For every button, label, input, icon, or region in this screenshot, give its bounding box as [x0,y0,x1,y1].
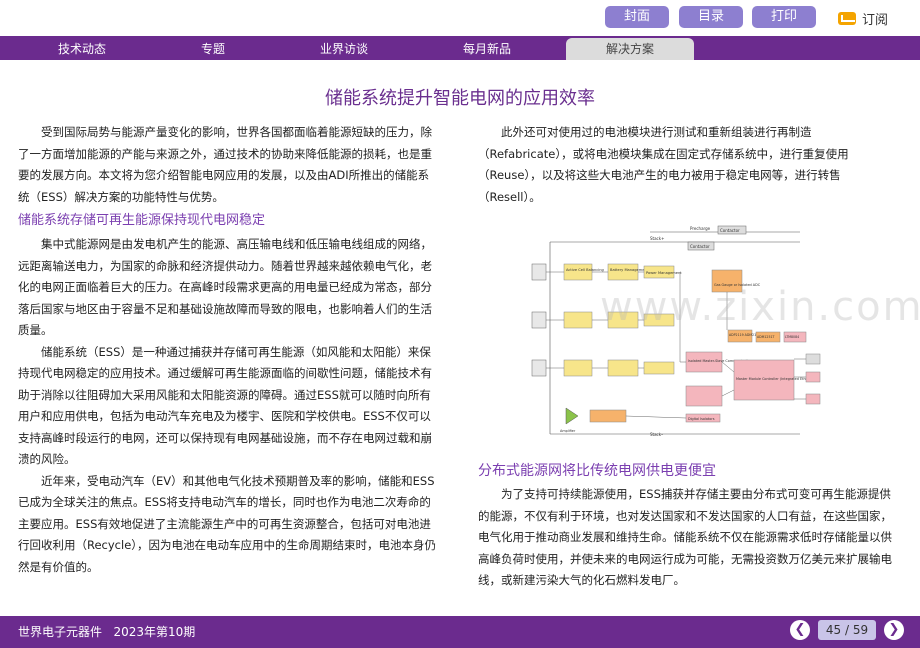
prev-page-button[interactable]: ❮ [790,620,810,640]
section2-heading: 分布式能源网将比传统电网供电更便宜 [478,463,716,479]
diagnostics-box [805,353,821,365]
adm-label: ADM1251T [757,335,774,339]
power-management-3 [643,361,675,375]
toc-button[interactable]: 目录 [679,6,743,28]
ltm-label: LTM8084 [785,335,799,339]
section1-paragraph-1: 集中式能源网是由发电机产生的能源、高压输电线和低压输电线组成的网络，远距离输送电… [18,237,432,337]
gas-gauge-bottom [589,409,627,423]
footer-bar: 世界电子元器件 2023年第10期 ❮ 45 / 59 ❯ [0,616,920,648]
magazine-name: 世界电子元器件 [18,625,103,639]
power-mgmt-label-1: Power Management [646,271,682,275]
isolated-uart-box [805,371,821,383]
precharge-label: Precharge [690,226,711,231]
amplifier-label: Amplifier [560,429,576,433]
cover-button[interactable]: 封面 [605,6,669,28]
section1-heading: 储能系统存储可再生能源保持现代电网稳定 [18,213,266,228]
intro-paragraph: 受到国际局势与能源产量变化的影响，世界各国都面临着能源短缺的压力，除了一方面增加… [18,125,432,204]
pager: ❮ 45 / 59 ❯ [790,620,904,640]
tab-interviews[interactable]: 业界访谈 [288,38,400,60]
tab-tech-news[interactable]: 技术动态 [26,38,138,60]
section-nav: 技术动态 专题 业界访谈 每月新品 解决方案 [0,36,920,60]
subscribe-button[interactable]: 订阅 [838,8,888,28]
article-title: 储能系统提升智能电网的应用效率 [325,88,595,109]
tab-new-products[interactable]: 每月新品 [431,38,543,60]
section1-paragraph-2: 储能系统（ESS）是一种通过捕获并存储可再生能源（如风能和太阳能）来保持现代电网… [18,344,432,467]
battery-cells-3 [531,359,547,377]
page-indicator: 45 / 59 [818,620,876,640]
active-cell-balancing-1 [563,263,593,281]
footer-publication: 世界电子元器件 2023年第10期 [18,623,195,640]
contactor-label-1: Contactor [720,228,740,233]
subscribe-label: 订阅 [862,12,889,28]
stack-plus-label: Stack+ [650,236,664,241]
tab-solutions[interactable]: 解决方案 [566,38,694,60]
issue-label: 2023年第10期 [113,625,196,639]
ess-block-diagram: Precharge Contactor Contactor Stack+ Sta… [530,222,822,440]
right-paragraph-1: 此外还可对使用过的电池模块进行测试和重新组装进行再制造（Refabricate）… [478,125,849,204]
mail-icon [838,11,856,25]
tab-special-topic[interactable]: 专题 [157,38,269,60]
active-cell-balancing-3 [563,359,593,377]
battery-management-3 [607,359,639,377]
top-toolbar: 封面 目录 打印 订阅 [0,0,920,36]
battery-cells-2 [531,311,547,329]
battery-management-1 [607,263,639,281]
contactor-label-2: Contactor [690,244,710,249]
section1-paragraph-3: 近年来，受电动汽车（EV）和其他电气化技术预期普及率的影响，储能和ESS已成为全… [18,473,437,574]
print-button[interactable]: 打印 [752,6,816,28]
stack-minus-label: Stack– [650,432,663,437]
section2-paragraph-1: 为了支持可持续能源使用，ESS捕获并存储主要由分布式可变可再生能源提供的能源，不… [478,487,892,587]
isolated-can-box [805,393,821,405]
active-cell-balancing-2 [563,311,593,329]
left-column: 受到国际局势与能源产量变化的影响，世界各国都面临着能源短缺的压力，除了一方面增加… [18,122,440,578]
right-column-bottom: 分布式能源网将比传统电网供电更便宜 为了支持可持续能源使用，ESS捕获并存储主要… [478,458,896,592]
master-label: Master Module Controller (Integrated Eth… [736,377,817,381]
digital-iso-label: Digital Isolators [688,417,715,421]
watermark: www.zixin.com.cn [600,284,920,330]
battery-cells-1 [531,263,547,281]
right-column-top: 此外还可对使用过的电池模块进行测试和重新组装进行再制造（Refabricate）… [478,122,896,208]
active-cell-label-1: Active Cell Balancing [566,268,604,272]
watermark-text: www.zixin.com.cn [600,284,920,330]
isolated-master-slave-2 [685,385,723,407]
amplifier-symbol [565,407,579,425]
next-page-button[interactable]: ❯ [884,620,904,640]
battery-mgmt-label-1: Battery Management [610,268,649,272]
adp-label: ADP2119 ADM2170 [729,333,760,337]
